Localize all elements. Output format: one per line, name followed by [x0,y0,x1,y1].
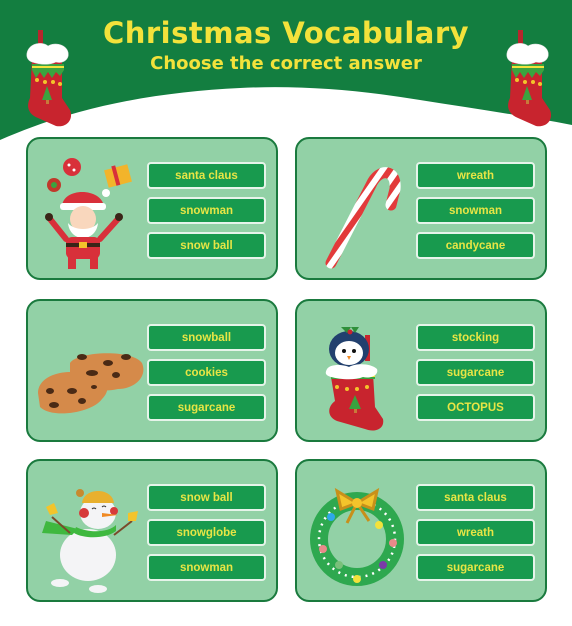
answer-option[interactable]: snowman [416,197,535,224]
candy-cane-icon [325,167,401,269]
answer-option[interactable]: snow ball [147,232,266,259]
answer-options: santa claus wreath sugarcane [416,484,535,589]
question-card-stocking: stocking sugarcane OCTOPUS [295,299,547,442]
answer-option[interactable]: stocking [416,324,535,351]
question-card-wreath: santa claus wreath sugarcane [295,459,547,602]
answer-option[interactable]: sugarcane [416,359,535,386]
answer-option[interactable]: snowglobe [147,519,266,546]
answer-options: stocking sugarcane OCTOPUS [416,324,535,429]
answer-option[interactable]: snowball [147,324,266,351]
question-card-candy-cane: wreath snowman candycane [295,137,547,280]
snowman-icon [42,489,138,593]
answer-option[interactable]: sugarcane [416,554,535,581]
answer-option[interactable]: candycane [416,232,535,259]
cookies-icon [38,353,144,414]
answer-option[interactable]: santa claus [416,484,535,511]
answer-options: snow ball snowglobe snowman [147,484,266,589]
stocking-decoration-icon [26,30,72,127]
answer-option[interactable]: snowman [147,554,266,581]
answer-option[interactable]: snowman [147,197,266,224]
stocking-decoration-icon [506,30,552,127]
question-card-santa: santa claus snowman snow ball [26,137,278,280]
answer-option[interactable]: sugarcane [147,394,266,421]
stocking-with-penguin-icon [325,327,384,431]
answer-options: santa claus snowman snow ball [147,162,266,267]
wreath-icon [310,487,404,586]
answer-option[interactable]: OCTOPUS [416,394,535,421]
answer-option[interactable]: santa claus [147,162,266,189]
page-subtitle: Choose the correct answer [150,53,422,74]
question-card-snowman: snow ball snowglobe snowman [26,459,278,602]
santa-claus-icon [45,158,132,269]
page-title: Christmas Vocabulary [102,16,470,50]
answer-option[interactable]: snow ball [147,484,266,511]
answer-options: snowball cookies sugarcane [147,324,266,429]
answer-options: wreath snowman candycane [416,162,535,267]
answer-option[interactable]: cookies [147,359,266,386]
question-card-cookies: snowball cookies sugarcane [26,299,278,442]
answer-option[interactable]: wreath [416,519,535,546]
answer-option[interactable]: wreath [416,162,535,189]
